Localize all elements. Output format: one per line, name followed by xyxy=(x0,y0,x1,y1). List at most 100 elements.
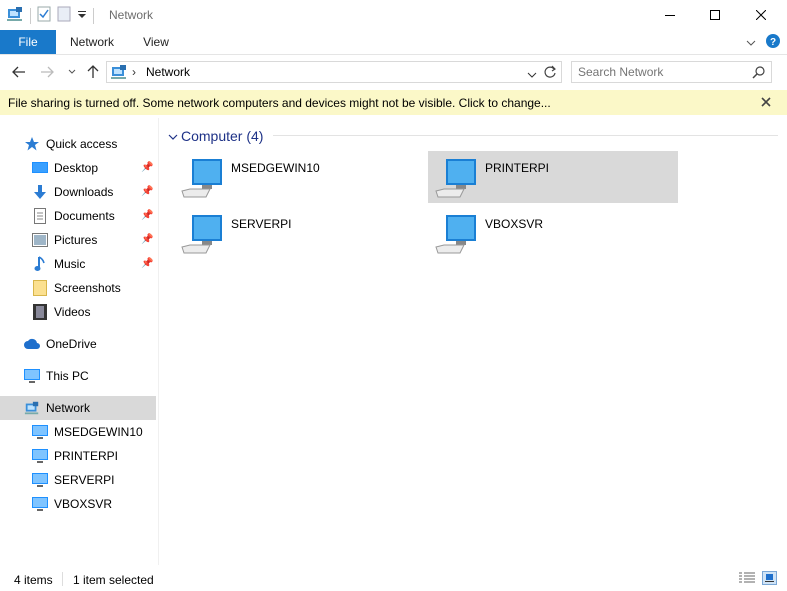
sidebar-item-documents[interactable]: Documents xyxy=(32,204,158,228)
collapse-chevron-icon[interactable] xyxy=(168,130,178,144)
toolbar-separator xyxy=(93,7,94,24)
sidebar-item-label: Music xyxy=(54,257,86,271)
computer-tile-vboxsvr[interactable]: VBOXSVR xyxy=(428,207,678,259)
tab-file[interactable]: File xyxy=(0,30,56,54)
expand-ribbon-chevron-icon[interactable] xyxy=(746,36,756,50)
video-film-icon xyxy=(32,304,48,320)
computer-icon xyxy=(180,157,224,202)
sidebar-item-onedrive[interactable]: OneDrive xyxy=(24,332,97,356)
star-icon xyxy=(24,136,40,152)
maximize-button[interactable] xyxy=(692,0,738,30)
customize-toolbar-chevron-icon[interactable] xyxy=(77,8,87,23)
new-folder-icon[interactable] xyxy=(57,6,71,25)
pin-icon: 📌 xyxy=(141,234,154,245)
navigation-pane: Quick access Desktop 📌 Downloads 📌 Docum… xyxy=(0,118,158,565)
back-button[interactable] xyxy=(10,63,28,81)
computer-tile-printerpi[interactable]: PRINTERPI xyxy=(428,151,678,203)
computer-icon xyxy=(24,368,40,384)
window-title: Network xyxy=(109,8,154,22)
toolbar-separator xyxy=(30,7,31,24)
sidebar-item-label: Downloads xyxy=(54,185,114,199)
sidebar-item-videos[interactable]: Videos xyxy=(32,300,158,324)
computer-name: SERVERPI xyxy=(231,217,292,231)
computer-name: VBOXSVR xyxy=(485,217,544,231)
quick-access-toolbar xyxy=(6,6,94,25)
status-separator xyxy=(62,572,63,586)
sidebar-item-network[interactable]: Network xyxy=(0,396,156,420)
sidebar-item-printerpi[interactable]: PRINTERPI xyxy=(32,444,118,468)
sidebar-item-label: Network xyxy=(46,401,91,415)
pane-divider[interactable] xyxy=(158,118,159,565)
computer-name: PRINTERPI xyxy=(485,161,550,175)
sidebar-item-desktop[interactable]: Desktop xyxy=(32,156,158,180)
sidebar-item-label: Quick access xyxy=(46,137,118,151)
computer-icon xyxy=(434,157,478,202)
breadcrumb-separator-icon: › xyxy=(132,65,136,79)
sidebar-item-label: Pictures xyxy=(54,233,98,247)
computer-icon xyxy=(180,213,224,258)
breadcrumb[interactable]: Network xyxy=(146,65,190,79)
cloud-icon xyxy=(24,336,40,352)
sidebar-item-downloads[interactable]: Downloads xyxy=(32,180,158,204)
tab-view[interactable]: View xyxy=(132,30,180,54)
computer-icon xyxy=(32,448,48,464)
svg-text:?: ? xyxy=(770,37,776,48)
recent-locations-chevron-icon[interactable] xyxy=(63,63,81,81)
help-icon[interactable]: ? xyxy=(766,34,780,51)
sidebar-item-label: Screenshots xyxy=(54,281,121,295)
group-header-computer[interactable]: Computer (4) xyxy=(168,126,778,146)
file-sharing-infobar[interactable]: File sharing is turned off. Some network… xyxy=(0,90,787,115)
title-bar: Network xyxy=(0,0,787,30)
item-count: 4 items xyxy=(14,573,53,587)
close-button[interactable] xyxy=(738,0,784,30)
forward-button[interactable] xyxy=(38,63,56,81)
sidebar-item-label: OneDrive xyxy=(46,337,97,351)
details-view-icon[interactable] xyxy=(739,572,755,587)
desktop-icon xyxy=(32,160,48,176)
sidebar-item-screenshots[interactable]: Screenshots xyxy=(32,276,158,300)
folder-icon xyxy=(32,280,48,296)
sidebar-item-music[interactable]: Music xyxy=(32,252,158,276)
pin-icon: 📌 xyxy=(141,186,154,197)
infobar-message[interactable]: File sharing is turned off. Some network… xyxy=(8,96,551,110)
ribbon: File Network View ? xyxy=(0,30,787,55)
search-input[interactable] xyxy=(578,64,738,80)
network-icon xyxy=(110,64,128,83)
group-divider xyxy=(273,135,778,136)
sidebar-item-serverpi[interactable]: SERVERPI xyxy=(32,468,114,492)
network-icon xyxy=(24,400,40,416)
address-bar[interactable]: › Network xyxy=(106,61,562,83)
sidebar-item-vboxsvr[interactable]: VBOXSVR xyxy=(32,492,112,516)
download-arrow-icon xyxy=(32,184,48,200)
infobar-close-icon[interactable] xyxy=(761,94,771,110)
sidebar-item-label: Videos xyxy=(54,305,91,319)
refresh-icon[interactable] xyxy=(543,65,557,82)
sidebar-item-label: Documents xyxy=(54,209,115,223)
computer-tile-msedgewin10[interactable]: MSEDGEWIN10 xyxy=(174,151,424,203)
status-bar: 4 items 1 item selected xyxy=(0,566,787,591)
network-app-icon xyxy=(6,6,24,25)
sidebar-item-label: MSEDGEWIN10 xyxy=(54,425,143,439)
computer-name: MSEDGEWIN10 xyxy=(231,161,320,175)
computer-icon xyxy=(32,472,48,488)
large-icons-view-icon[interactable] xyxy=(762,571,777,585)
sidebar-item-quick-access[interactable]: Quick access xyxy=(24,132,117,156)
tab-network[interactable]: Network xyxy=(60,30,124,54)
sidebar-item-pictures[interactable]: Pictures xyxy=(32,228,158,252)
computer-icon xyxy=(32,496,48,512)
search-icon[interactable] xyxy=(752,65,766,82)
search-box[interactable] xyxy=(571,61,772,83)
sidebar-item-msedgewin10[interactable]: MSEDGEWIN10 xyxy=(32,420,143,444)
pin-icon: 📌 xyxy=(141,210,154,221)
up-button[interactable] xyxy=(84,63,102,81)
sidebar-item-this-pc[interactable]: This PC xyxy=(24,364,89,388)
music-note-icon xyxy=(32,256,48,272)
computer-tile-serverpi[interactable]: SERVERPI xyxy=(174,207,424,259)
selection-count: 1 item selected xyxy=(73,573,154,587)
minimize-button[interactable] xyxy=(647,0,693,30)
sidebar-item-label: PRINTERPI xyxy=(54,449,119,463)
sidebar-item-label: VBOXSVR xyxy=(54,497,113,511)
computer-icon xyxy=(434,213,478,258)
properties-icon[interactable] xyxy=(37,6,51,25)
address-history-chevron-icon[interactable] xyxy=(527,68,537,82)
